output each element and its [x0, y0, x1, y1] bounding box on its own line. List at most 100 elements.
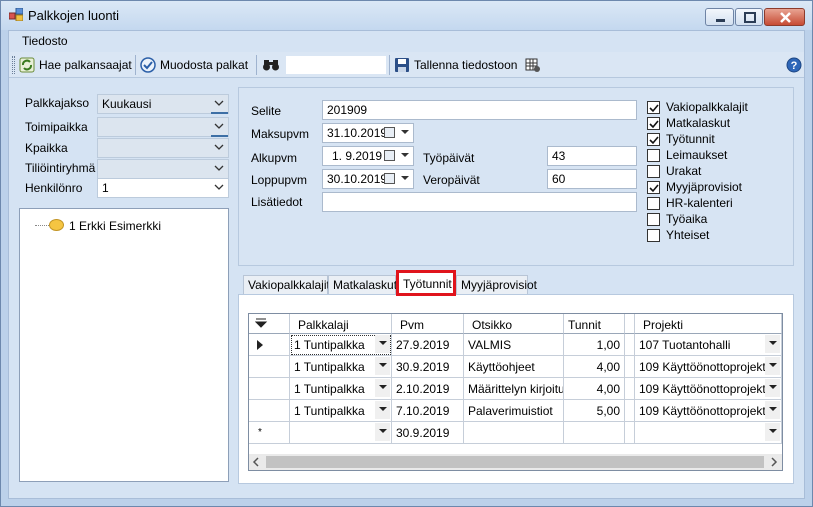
- workdays-field[interactable]: 43: [547, 146, 637, 166]
- tree-node-employee[interactable]: 1 Erkki Esimerkki: [69, 219, 161, 233]
- option-checkbox[interactable]: [647, 229, 660, 242]
- fetch-employees-button[interactable]: Hae palkansaajat: [19, 54, 132, 76]
- period-label: Palkkajakso: [25, 96, 90, 110]
- chevron-down-icon: [769, 363, 777, 367]
- settings-grid-icon[interactable]: [525, 57, 541, 73]
- window-title: Palkkojen luonti: [28, 8, 120, 23]
- tab-travel[interactable]: Matkalaskut: [328, 275, 397, 294]
- start-date-picker[interactable]: 1. 9.2019: [322, 146, 414, 166]
- option-checkbox[interactable]: [647, 165, 660, 178]
- chevron-down-icon: [214, 184, 224, 190]
- scrollbar-thumb[interactable]: [266, 456, 764, 468]
- column-header[interactable]: Pvm: [392, 314, 464, 334]
- cell-dropdown-button[interactable]: [765, 401, 780, 419]
- option-checkbox[interactable]: [647, 149, 660, 162]
- option-checkbox[interactable]: [647, 117, 660, 130]
- app-icon: [9, 8, 23, 21]
- grid-cell[interactable]: [464, 422, 564, 444]
- tab-standard-pay[interactable]: Vakiopalkkalajit: [243, 275, 330, 294]
- cost-center-select[interactable]: [97, 138, 229, 158]
- row-header[interactable]: [249, 400, 290, 422]
- column-header[interactable]: Palkkalaji: [290, 314, 392, 334]
- chevron-down-icon: [379, 341, 387, 345]
- search-input[interactable]: [285, 55, 387, 75]
- scroll-left-icon[interactable]: [251, 457, 261, 467]
- chevron-down-icon: [769, 341, 777, 345]
- grid-cell[interactable]: 27.9.2019: [392, 334, 464, 356]
- cell-dropdown-button[interactable]: [375, 401, 390, 419]
- close-button[interactable]: [764, 8, 805, 26]
- scroll-right-icon[interactable]: [769, 457, 779, 467]
- grid-cell[interactable]: VALMIS: [464, 334, 564, 356]
- current-row-icon: [257, 340, 263, 350]
- grid-cell[interactable]: 109 Käyttöönottoprojekti: [635, 400, 782, 422]
- row-header[interactable]: [249, 378, 290, 400]
- workdays-value: 43: [552, 149, 566, 163]
- row-header[interactable]: [249, 334, 290, 356]
- cost-center-label: Kpaikka: [25, 141, 68, 155]
- description-field[interactable]: 201909: [322, 100, 637, 120]
- column-header[interactable]: Otsikko: [464, 314, 564, 334]
- option-checkbox[interactable]: [647, 213, 660, 226]
- option-checkbox[interactable]: [647, 133, 660, 146]
- row-header[interactable]: [249, 356, 290, 378]
- grid-cell[interactable]: 109 Käyttöönottoprojekti: [635, 378, 782, 400]
- grid-cell[interactable]: 4,00: [564, 356, 625, 378]
- grid-cell[interactable]: [635, 422, 782, 444]
- help-icon[interactable]: ?: [786, 57, 802, 73]
- grid-cell[interactable]: Käyttöohjeet: [464, 356, 564, 378]
- extra-info-field[interactable]: [322, 192, 637, 212]
- cell-dropdown-button[interactable]: [375, 423, 390, 441]
- employee-no-select[interactable]: 1: [97, 178, 229, 198]
- cell-dropdown-button[interactable]: [375, 379, 390, 397]
- grid-frozen-gap: [625, 422, 635, 444]
- option-label: Työtunnit: [666, 132, 715, 146]
- grid-cell[interactable]: 109 Käyttöönottoprojekti: [635, 356, 782, 378]
- cell-dropdown-button[interactable]: [765, 423, 780, 441]
- column-header[interactable]: Projekti: [635, 314, 782, 334]
- location-select[interactable]: [97, 117, 229, 137]
- grid-cell[interactable]: 1,00: [564, 334, 625, 356]
- cell-dropdown-button[interactable]: [765, 379, 780, 397]
- end-date-picker[interactable]: 30.10.2019: [322, 169, 414, 189]
- minimize-button[interactable]: [705, 8, 734, 26]
- grid-cell[interactable]: Palaverimuistiot: [464, 400, 564, 422]
- save-to-file-button[interactable]: Tallenna tiedostoon: [394, 54, 517, 76]
- generate-payroll-button[interactable]: Muodosta palkat: [140, 54, 248, 76]
- title-bar[interactable]: [1, 1, 812, 30]
- cell-dropdown-button[interactable]: [375, 335, 390, 353]
- pay-date-picker[interactable]: 31.10.2019: [322, 123, 414, 143]
- option-checkbox[interactable]: [647, 181, 660, 194]
- period-select[interactable]: Kuukausi: [97, 94, 229, 114]
- grid-corner: [249, 314, 290, 334]
- grid-cell[interactable]: 5,00: [564, 400, 625, 422]
- binoculars-icon[interactable]: [262, 58, 280, 72]
- end-date-value: 30.10.2019: [327, 172, 388, 186]
- cell-dropdown-button[interactable]: [765, 335, 780, 353]
- menu-file[interactable]: Tiedosto: [22, 34, 68, 48]
- chevron-down-icon: [769, 385, 777, 389]
- employee-no-label: Henkilönro: [25, 181, 83, 195]
- grid-cell[interactable]: Määrittelyn kirjoitus: [464, 378, 564, 400]
- tab-commission[interactable]: Myyjäprovisiot: [456, 275, 537, 294]
- taxdays-field[interactable]: 60: [547, 169, 637, 189]
- cell-dropdown-button[interactable]: [375, 357, 390, 375]
- grid-cell[interactable]: [564, 422, 625, 444]
- employee-tree[interactable]: [19, 208, 229, 482]
- cell-dropdown-button[interactable]: [765, 357, 780, 375]
- grid-cell[interactable]: 4,00: [564, 378, 625, 400]
- maximize-button[interactable]: [735, 8, 763, 26]
- grid-cell[interactable]: 2.10.2019: [392, 378, 464, 400]
- grid-cell[interactable]: 30.9.2019: [392, 422, 464, 444]
- column-header[interactable]: Tunnit: [564, 314, 625, 334]
- new-row-icon: *: [258, 427, 262, 438]
- grid-cell[interactable]: 30.9.2019: [392, 356, 464, 378]
- account-group-select[interactable]: [97, 159, 229, 179]
- option-checkbox[interactable]: [647, 197, 660, 210]
- grid-cell[interactable]: 7.10.2019: [392, 400, 464, 422]
- description-label: Selite: [251, 104, 282, 118]
- grid-cell[interactable]: 107 Tuotantohalli: [635, 334, 782, 356]
- option-checkbox[interactable]: [647, 101, 660, 114]
- row-header[interactable]: *: [249, 422, 290, 444]
- tab-work-hours[interactable]: Työtunnit: [396, 270, 456, 296]
